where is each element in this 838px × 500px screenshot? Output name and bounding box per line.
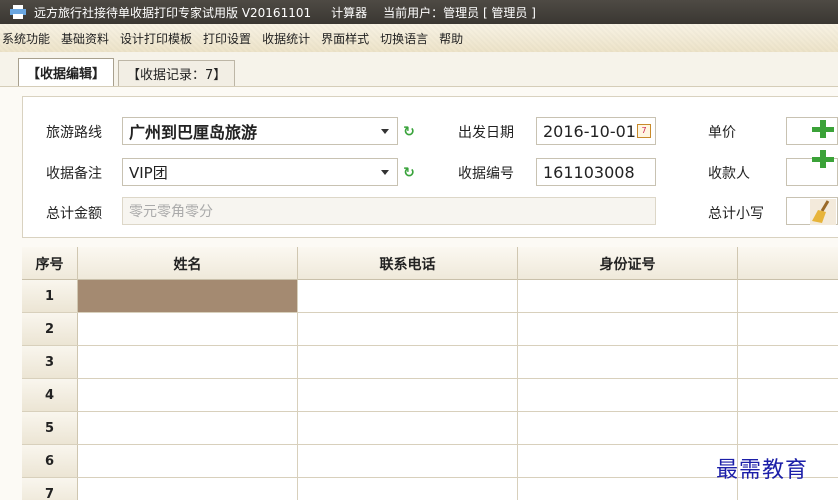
chevron-down-icon — [381, 170, 389, 175]
column-header-phone[interactable]: 联系电话 — [298, 247, 518, 280]
printer-icon — [10, 5, 26, 19]
row-number: 3 — [22, 346, 78, 378]
title-bar: 远方旅行社接待单收据打印专家试用版 V20161101 计算器 当前用户：管理员… — [0, 0, 838, 24]
price-label: 单价 — [708, 125, 736, 141]
total-amount-value: 零元零角零分 — [129, 204, 213, 220]
row-number: 1 — [22, 280, 78, 312]
refresh-icon[interactable]: ↻ — [402, 166, 416, 180]
id-cell[interactable] — [518, 313, 738, 345]
id-cell[interactable] — [518, 445, 738, 477]
name-cell[interactable] — [78, 412, 298, 444]
menu-ui-style[interactable]: 界面样式 — [317, 30, 376, 47]
row-number: 7 — [22, 478, 78, 500]
menu-print-settings[interactable]: 打印设置 — [199, 30, 258, 47]
subtotal-label: 总计小写 — [708, 206, 764, 222]
total-amount-field: 零元零角零分 — [122, 197, 656, 225]
add-icon[interactable] — [810, 118, 836, 140]
total-label: 总计金额 — [46, 206, 102, 222]
refresh-icon[interactable]: ↻ — [402, 125, 416, 139]
table-row[interactable]: 2 — [22, 313, 838, 346]
receipt-number-value: 161103008 — [543, 162, 635, 182]
phone-cell[interactable] — [298, 346, 518, 378]
row-number: 6 — [22, 445, 78, 477]
window-title: 远方旅行社接待单收据打印专家试用版 V20161101 — [34, 5, 312, 20]
broom-icon[interactable] — [810, 199, 836, 225]
remark-value: VIP团 — [129, 163, 168, 182]
phone-cell[interactable] — [298, 412, 518, 444]
id-cell[interactable] — [518, 280, 738, 312]
route-label: 旅游路线 — [46, 125, 102, 141]
add-icon[interactable] — [810, 148, 836, 170]
route-select[interactable]: 广州到巴厘岛旅游 — [122, 117, 398, 145]
row-number: 2 — [22, 313, 78, 345]
phone-cell[interactable] — [298, 379, 518, 411]
column-header-id[interactable]: 身份证号 — [518, 247, 738, 280]
phone-cell[interactable] — [298, 478, 518, 500]
phone-cell[interactable] — [298, 445, 518, 477]
watermark-text: 最需教育 — [716, 458, 809, 483]
tab-strip: 【收据编辑】 【收据记录：7】 — [18, 58, 239, 86]
menu-receipt-stats[interactable]: 收据统计 — [258, 30, 317, 47]
row-number: 5 — [22, 412, 78, 444]
menu-bar: 系统功能 基础资料 设计打印模板 打印设置 收据统计 界面样式 切换语言 帮助 — [0, 24, 838, 52]
name-cell[interactable] — [78, 445, 298, 477]
payee-label: 收款人 — [708, 166, 750, 182]
tab-receipt-records[interactable]: 【收据记录：7】 — [118, 60, 236, 86]
remark-select[interactable]: VIP团 — [122, 158, 398, 186]
route-value: 广州到巴厘岛旅游 — [129, 123, 258, 142]
menu-language[interactable]: 切换语言 — [376, 30, 435, 47]
row-number: 4 — [22, 379, 78, 411]
id-cell[interactable] — [518, 412, 738, 444]
phone-cell[interactable] — [298, 280, 518, 312]
receipt-number-field[interactable]: 161103008 — [536, 158, 656, 186]
date-field[interactable]: 2016-10-01 7 — [536, 117, 656, 145]
column-header-extra[interactable] — [738, 247, 838, 280]
column-header-index[interactable]: 序号 — [22, 247, 78, 280]
chevron-down-icon — [381, 129, 389, 134]
menu-system[interactable]: 系统功能 — [0, 30, 57, 47]
table-row[interactable]: 5 — [22, 412, 838, 445]
id-cell[interactable] — [518, 478, 738, 500]
date-label: 出发日期 — [458, 125, 514, 141]
name-cell[interactable] — [78, 346, 298, 378]
id-cell[interactable] — [518, 346, 738, 378]
table-row[interactable]: 3 — [22, 346, 838, 379]
table-header: 序号 姓名 联系电话 身份证号 — [22, 247, 838, 280]
tab-receipt-edit[interactable]: 【收据编辑】 — [18, 58, 115, 86]
phone-cell[interactable] — [298, 313, 518, 345]
name-cell[interactable] — [78, 313, 298, 345]
name-cell[interactable] — [78, 280, 298, 312]
column-header-name[interactable]: 姓名 — [78, 247, 298, 280]
number-label: 收据编号 — [458, 166, 514, 182]
table-row[interactable]: 4 — [22, 379, 838, 412]
remark-label: 收据备注 — [46, 166, 102, 182]
menu-help[interactable]: 帮助 — [435, 30, 470, 47]
calendar-icon[interactable]: 7 — [637, 124, 651, 138]
current-user-label: 当前用户：管理员 [ 管理员 ] — [383, 5, 536, 20]
menu-basic-data[interactable]: 基础资料 — [57, 30, 116, 47]
date-value: 2016-10-01 — [543, 121, 636, 141]
calculator-link[interactable]: 计算器 — [331, 4, 367, 21]
table-row[interactable]: 1 — [22, 280, 838, 313]
id-cell[interactable] — [518, 379, 738, 411]
name-cell[interactable] — [78, 379, 298, 411]
name-cell[interactable] — [78, 478, 298, 500]
menu-design-template[interactable]: 设计打印模板 — [116, 30, 199, 47]
